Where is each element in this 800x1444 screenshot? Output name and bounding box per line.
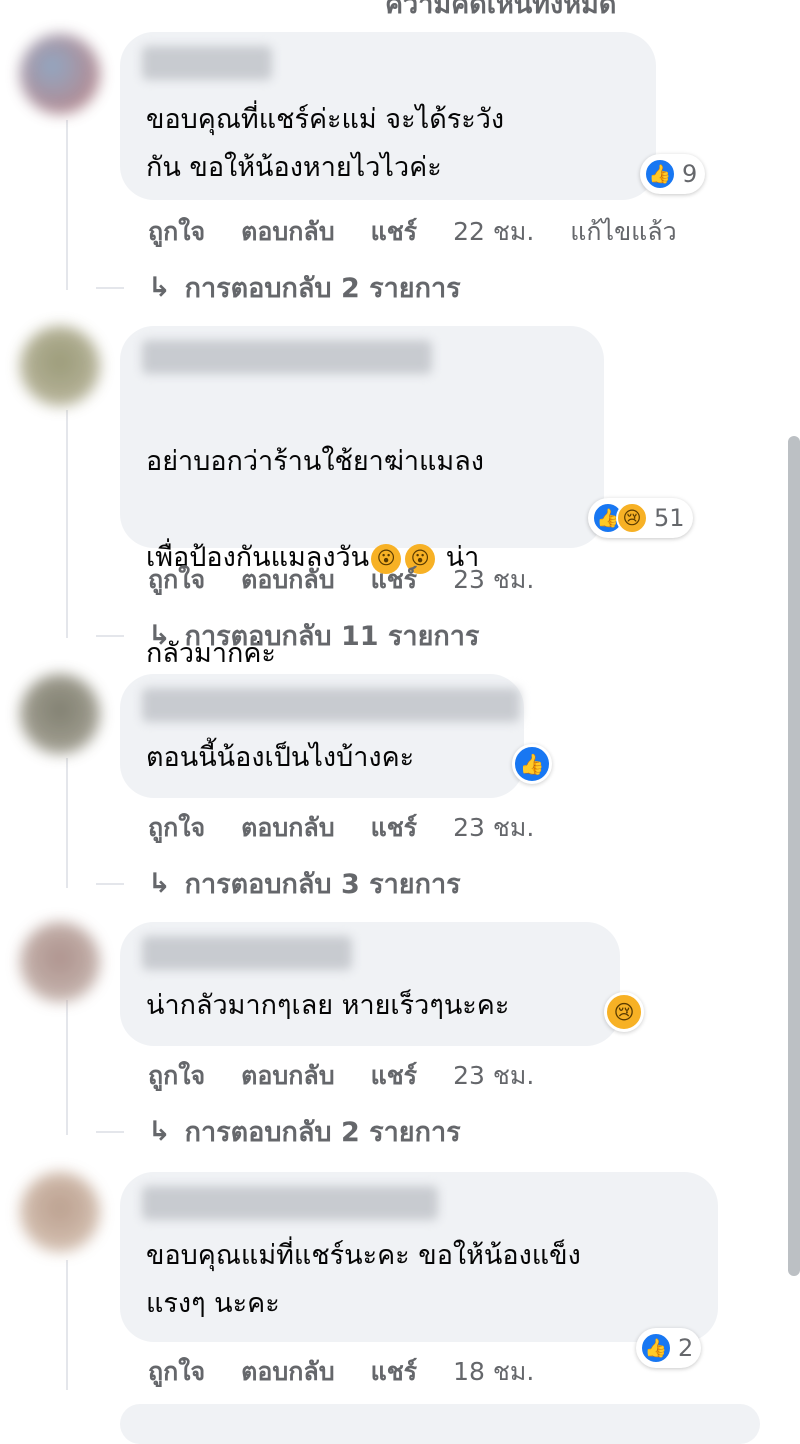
like-action[interactable]: ถูกใจ xyxy=(148,808,205,848)
thread-line xyxy=(66,410,68,638)
comment-bubble: ขอบคุณที่แชร์ค่ะแม่ จะได้ระวัง กัน ขอให้… xyxy=(120,32,656,200)
reaction-summary[interactable]: 👍 2 xyxy=(636,1328,702,1368)
comment-text: น่ากลัวมากๆเลย หายเร็วๆนะคะ xyxy=(146,990,510,1021)
reply-action[interactable]: ตอบกลับ xyxy=(241,560,334,600)
comment-actions: ถูกใจ ตอบกลับ แชร์ 18 ชม. xyxy=(148,1352,534,1392)
avatar[interactable] xyxy=(20,1172,100,1252)
thread-line xyxy=(66,758,68,888)
view-replies-link[interactable]: ↳ การตอบกลับ 2 รายการ xyxy=(96,266,461,309)
like-icon: 👍 xyxy=(640,1332,672,1364)
avatar[interactable] xyxy=(20,922,100,1002)
connector-line xyxy=(96,634,124,637)
like-action[interactable]: ถูกใจ xyxy=(148,1352,205,1392)
reaction-count: 51 xyxy=(654,504,685,532)
timestamp[interactable]: 23 ชม. xyxy=(453,560,534,600)
comment-actions: ถูกใจ ตอบกลับ แชร์ 23 ชม. xyxy=(148,1056,534,1096)
view-replies-link[interactable]: ↳ การตอบกลับ 3 รายการ xyxy=(96,862,461,905)
timestamp[interactable]: 23 ชม. xyxy=(453,808,534,848)
timestamp[interactable]: 22 ชม. xyxy=(453,212,534,252)
reply-arrow-icon: ↳ xyxy=(148,868,171,899)
reply-action[interactable]: ตอบกลับ xyxy=(241,808,334,848)
reply-action[interactable]: ตอบกลับ xyxy=(241,1056,334,1096)
share-action[interactable]: แชร์ xyxy=(371,1352,418,1392)
replies-count-label: การตอบกลับ 2 รายการ xyxy=(184,1117,461,1148)
thread-line xyxy=(66,1260,68,1390)
author-name-blurred[interactable] xyxy=(142,688,520,722)
comment-text: ขอบคุณที่แชร์ค่ะแม่ จะได้ระวัง กัน ขอให้… xyxy=(146,104,505,183)
comments-header-partial[interactable]: ความคิดเห็นทั้งหมด xyxy=(385,0,616,25)
reply-arrow-icon: ↳ xyxy=(148,272,171,303)
author-name-blurred[interactable] xyxy=(142,46,272,80)
reply-action[interactable]: ตอบกลับ xyxy=(241,212,334,252)
avatar[interactable] xyxy=(20,34,100,114)
sad-icon[interactable]: 😢 xyxy=(604,992,644,1032)
reaction-count: 2 xyxy=(678,1334,694,1362)
avatar[interactable] xyxy=(20,326,100,406)
author-name-blurred[interactable] xyxy=(142,340,432,374)
comment-actions: ถูกใจ ตอบกลับ แชร์ 22 ชม. แก้ไขแล้ว xyxy=(148,212,677,252)
comment-text-line: อย่าบอกว่าร้านใช้ยาฆ่าแมลง xyxy=(146,446,484,477)
like-action[interactable]: ถูกใจ xyxy=(148,560,205,600)
comment-text: ตอนนี้น้องเป็นไงบ้างคะ xyxy=(146,742,415,773)
reply-arrow-icon: ↳ xyxy=(148,620,171,651)
sad-icon: 😢 xyxy=(616,502,648,534)
view-replies-link[interactable]: ↳ การตอบกลับ 11 รายการ xyxy=(96,614,479,657)
comment-text: ขอบคุณแม่ที่แชร์นะคะ ขอให้น้องแข็ง แรงๆ … xyxy=(146,1240,581,1319)
edited-label: แก้ไขแล้ว xyxy=(570,217,677,246)
comment-bubble: อย่าบอกว่าร้านใช้ยาฆ่าแมลง เพื่อป้องกันแ… xyxy=(120,326,604,669)
next-comment-bubble-partial xyxy=(120,1404,760,1444)
avatar[interactable] xyxy=(20,674,100,754)
share-action[interactable]: แชร์ xyxy=(371,560,418,600)
replies-count-label: การตอบกลับ 11 รายการ xyxy=(184,621,480,652)
timestamp[interactable]: 23 ชม. xyxy=(453,1056,534,1096)
scrollbar-thumb[interactable] xyxy=(788,436,800,1276)
share-action[interactable]: แชร์ xyxy=(371,1056,418,1096)
reply-action[interactable]: ตอบกลับ xyxy=(241,1352,334,1392)
share-action[interactable]: แชร์ xyxy=(371,212,418,252)
author-name-blurred[interactable] xyxy=(142,1186,438,1220)
replies-count-label: การตอบกลับ 3 รายการ xyxy=(184,869,461,900)
thread-line xyxy=(66,120,68,290)
connector-line xyxy=(96,1130,124,1133)
view-replies-link[interactable]: ↳ การตอบกลับ 2 รายการ xyxy=(96,1110,461,1153)
connector-line xyxy=(96,882,124,885)
like-action[interactable]: ถูกใจ xyxy=(148,1056,205,1096)
comment-actions: ถูกใจ ตอบกลับ แชร์ 23 ชม. xyxy=(148,808,534,848)
comment-bubble: ขอบคุณแม่ที่แชร์นะคะ ขอให้น้องแข็ง แรงๆ … xyxy=(120,1172,718,1342)
comment-actions: ถูกใจ ตอบกลับ แชร์ 23 ชม. xyxy=(148,560,534,600)
reaction-count: 9 xyxy=(682,160,698,188)
author-name-blurred[interactable] xyxy=(142,936,352,970)
like-action[interactable]: ถูกใจ xyxy=(148,212,205,252)
comment-bubble: ตอนนี้น้องเป็นไงบ้างคะ xyxy=(120,674,524,798)
comment-bubble: น่ากลัวมากๆเลย หายเร็วๆนะคะ xyxy=(120,922,620,1046)
timestamp[interactable]: 18 ชม. xyxy=(453,1352,534,1392)
like-icon[interactable]: 👍 xyxy=(512,744,552,784)
thread-line xyxy=(66,1000,68,1135)
like-icon: 👍 xyxy=(644,158,676,190)
reaction-summary[interactable]: 👍 😢 51 xyxy=(588,498,693,538)
share-action[interactable]: แชร์ xyxy=(371,808,418,848)
replies-count-label: การตอบกลับ 2 รายการ xyxy=(184,273,461,304)
reaction-summary[interactable]: 👍 9 xyxy=(640,154,706,194)
connector-line xyxy=(96,286,124,289)
reply-arrow-icon: ↳ xyxy=(148,1116,171,1147)
